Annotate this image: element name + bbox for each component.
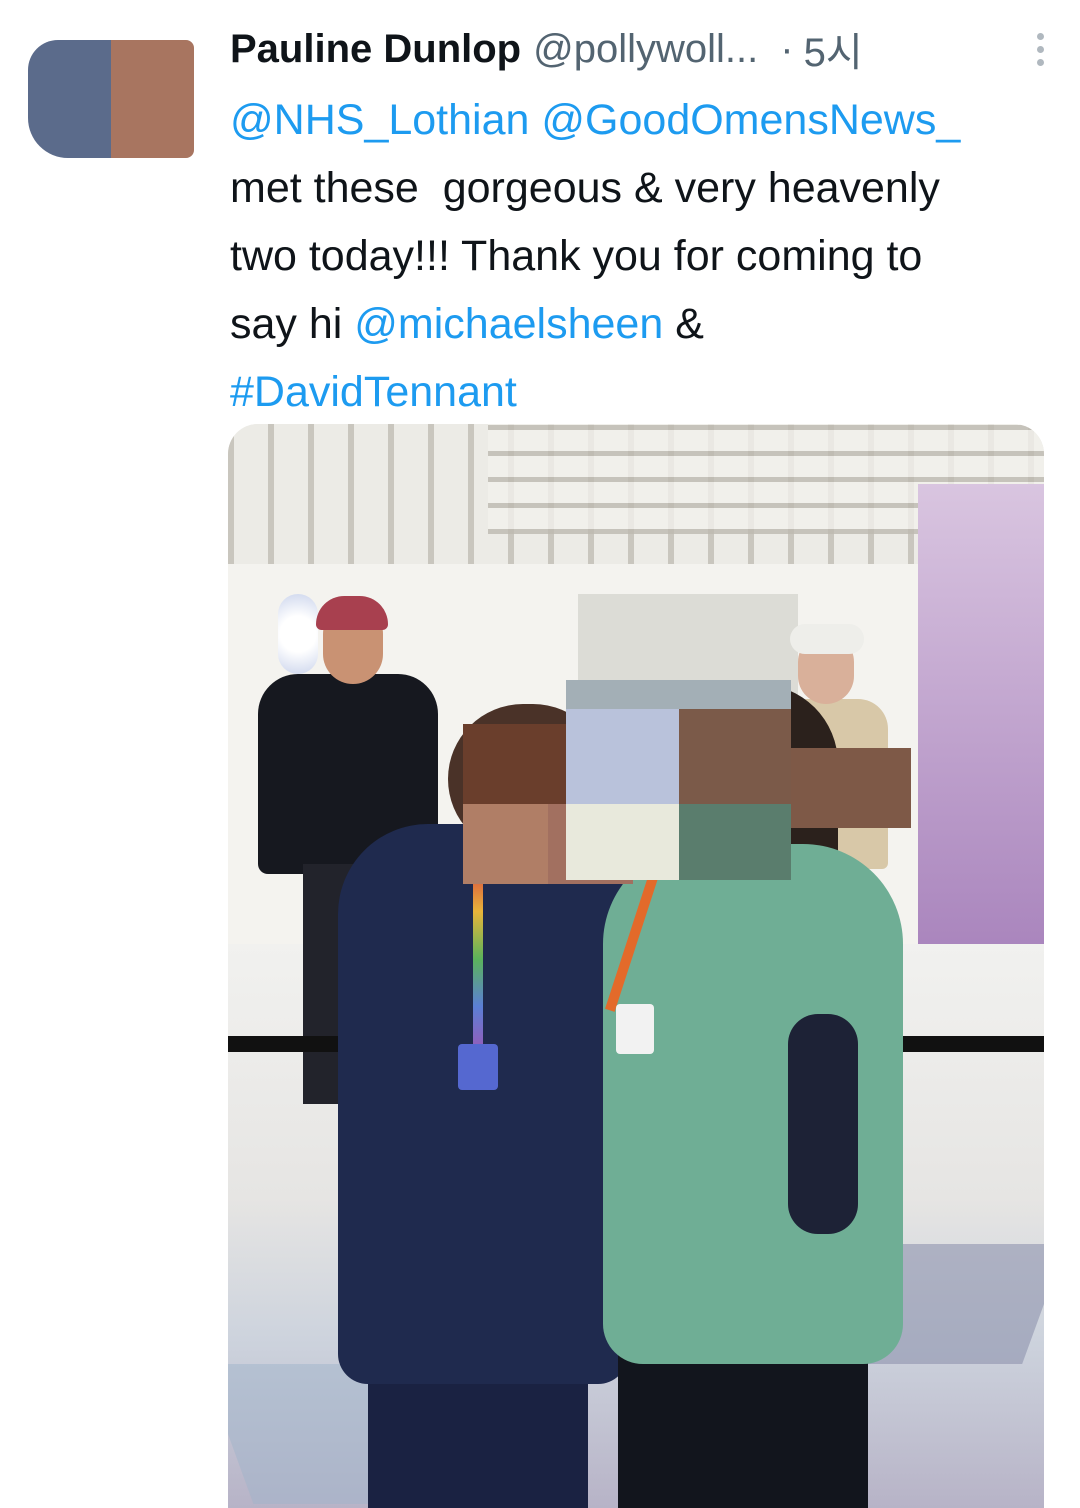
- face-censor-blur: [566, 680, 791, 880]
- photo-person-left-hair: [316, 596, 388, 630]
- avatar-censor-block: [111, 40, 194, 158]
- photo-wall-lamp: [278, 594, 318, 674]
- tweet-text: @NHS_Lothian @GoodOmensNews_met these go…: [230, 86, 1050, 426]
- photo-id-badge: [616, 1004, 654, 1054]
- tweet-text-line: two today!!! Thank you for coming to: [230, 222, 1050, 290]
- photo-nurse-left-body: [338, 824, 628, 1384]
- face-censor-blur: [791, 748, 911, 828]
- tweet-text-line: say hi @michaelsheen &: [230, 290, 1050, 358]
- tweet-header: Pauline Dunlop @pollywoll... · 5시: [230, 22, 1050, 76]
- mention-link[interactable]: @GoodOmensNews_: [541, 96, 960, 144]
- mention-link[interactable]: @NHS_Lothian: [230, 96, 529, 144]
- photo-id-badge: [458, 1044, 498, 1090]
- tweet-text-segment: met these gorgeous & very heavenly: [230, 164, 940, 212]
- author-name[interactable]: Pauline Dunlop: [230, 27, 521, 72]
- tweet-text-segment: [529, 96, 541, 144]
- tweet-text-segment: &: [663, 300, 704, 348]
- tweet-text-line: met these gorgeous & very heavenly: [230, 154, 1050, 222]
- avatar-censor-block: [28, 40, 111, 158]
- tweet-text-line: #DavidTennant: [230, 358, 1050, 426]
- mention-link[interactable]: @michaelsheen: [354, 300, 663, 348]
- photo-lanyard: [473, 864, 483, 1054]
- tweet[interactable]: Pauline Dunlop @pollywoll... · 5시 @NHS_L…: [0, 0, 1080, 1508]
- hashtag-link[interactable]: #DavidTennant: [230, 368, 517, 416]
- separator-dot: ·: [780, 26, 794, 71]
- tweet-photo[interactable]: [228, 424, 1044, 1508]
- photo-nurse-right-body: [603, 844, 903, 1364]
- tweet-text-segment: say hi: [230, 300, 355, 348]
- tweet-text-line: @NHS_Lothian @GoodOmensNews_: [230, 86, 1050, 154]
- timestamp[interactable]: 5시: [804, 20, 863, 78]
- author-handle[interactable]: @pollywoll...: [533, 27, 758, 72]
- tweet-text-segment: two today!!! Thank you for coming to: [230, 232, 923, 280]
- photo-person-right-hair: [790, 624, 864, 654]
- photo-sleeve: [788, 1014, 858, 1234]
- more-vertical-icon[interactable]: [1037, 32, 1050, 66]
- avatar[interactable]: [28, 40, 194, 158]
